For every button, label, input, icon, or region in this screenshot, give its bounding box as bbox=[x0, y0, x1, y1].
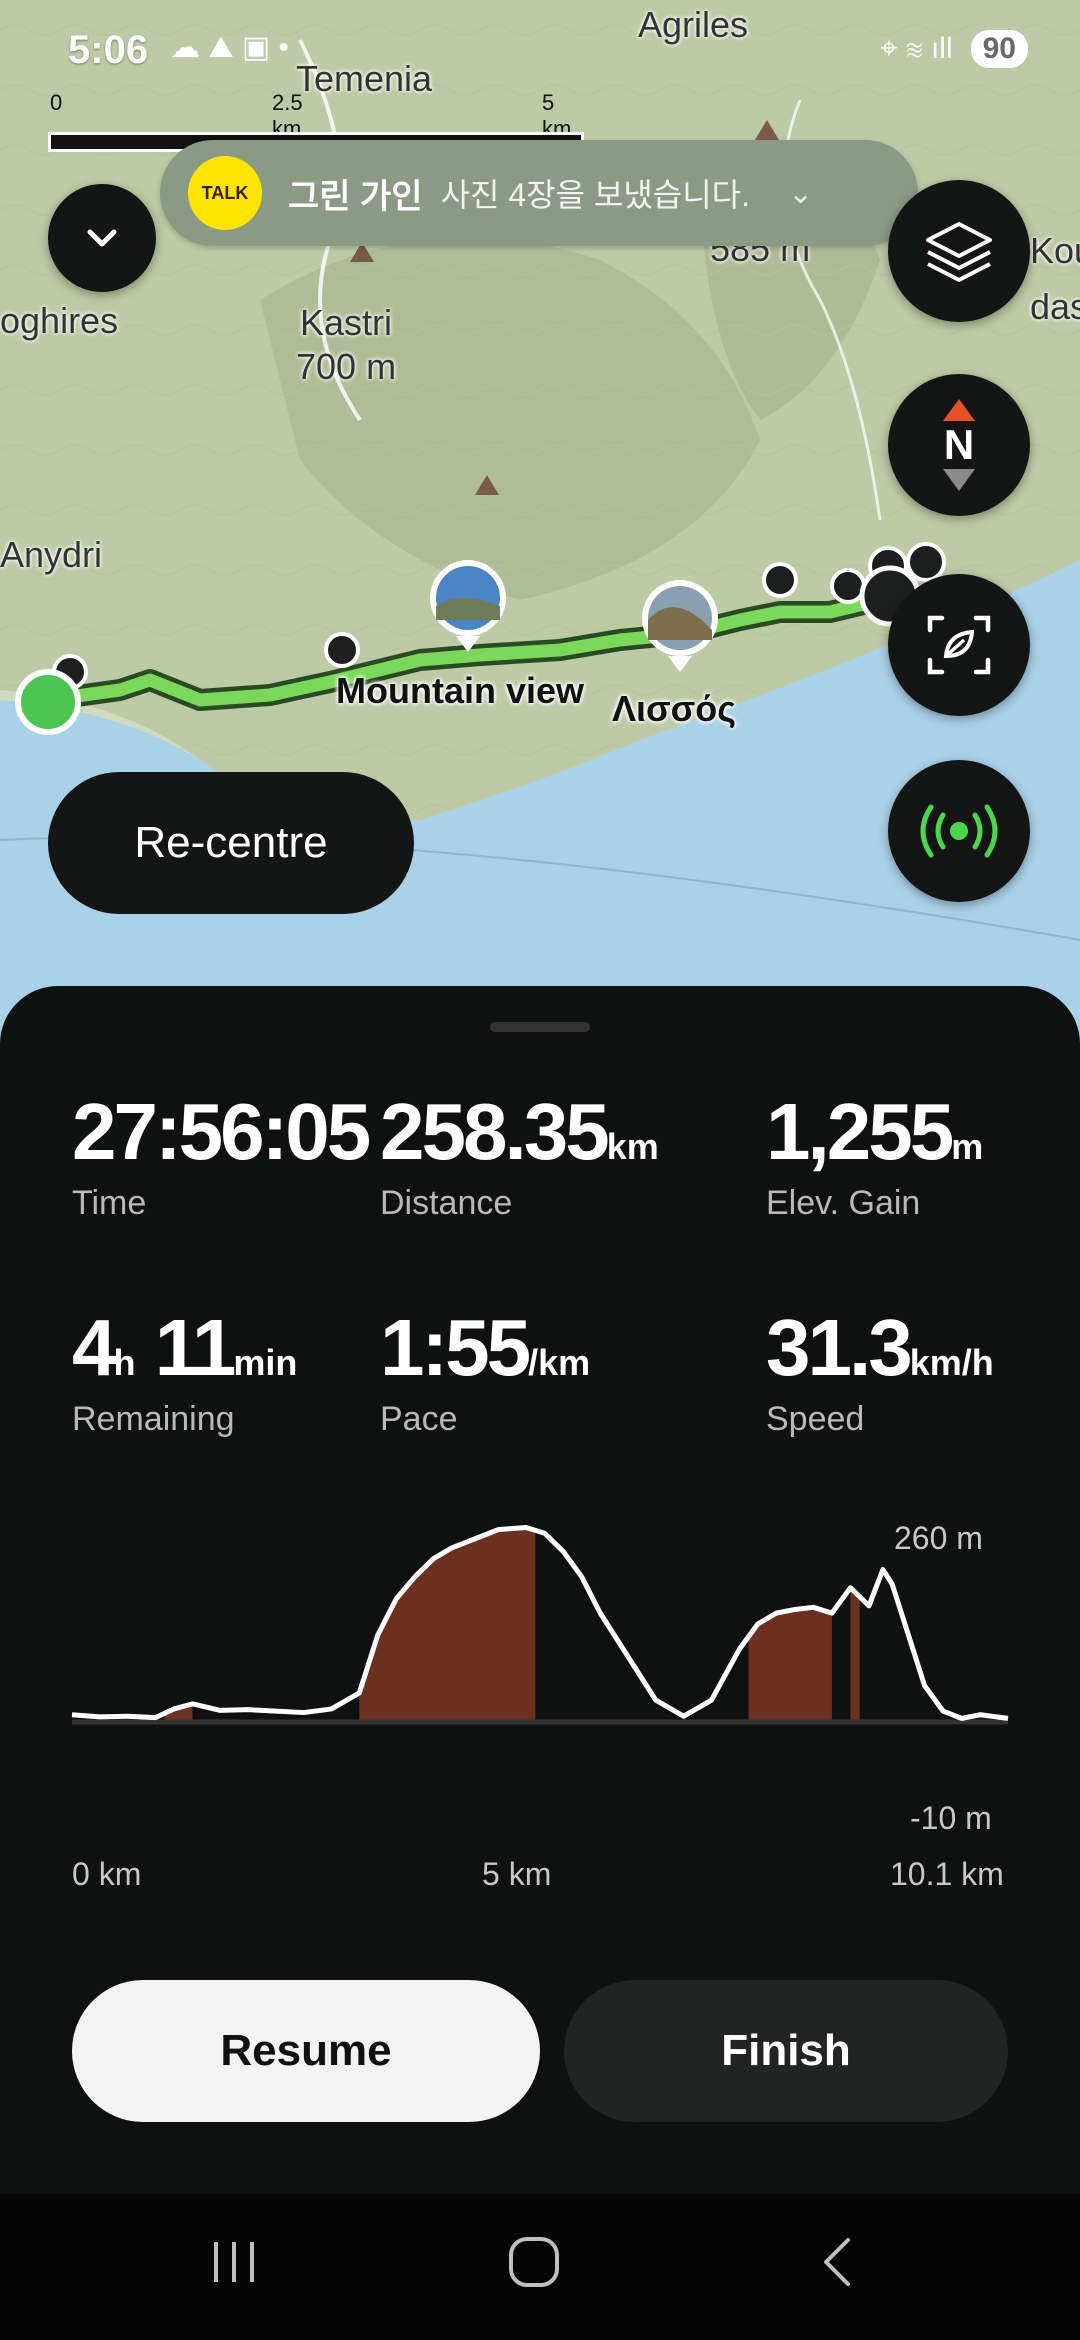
stat-pace-label: Pace bbox=[380, 1400, 458, 1438]
stat-pace-unit: /km bbox=[528, 1342, 591, 1383]
sheet-drag-handle[interactable] bbox=[490, 1022, 590, 1032]
stat-time-value: 27:56:05 bbox=[72, 1087, 371, 1176]
stat-elev-gain-label: Elev. Gain bbox=[766, 1184, 921, 1222]
layers-icon bbox=[926, 222, 992, 282]
stat-elev-gain-unit: m bbox=[951, 1126, 984, 1167]
stat-speed-unit: km/h bbox=[909, 1342, 994, 1383]
stat-pace-value: 1:55 bbox=[380, 1303, 531, 1392]
resume-button[interactable]: Resume bbox=[72, 1980, 540, 2122]
chart-x-tick-end: 10.1 km bbox=[890, 1856, 1004, 1892]
broadcast-icon bbox=[920, 804, 998, 858]
stat-time: 27:56:05 Time bbox=[72, 1092, 371, 1223]
re-centre-button[interactable]: Re-centre bbox=[48, 772, 414, 914]
place-temenia: Temenia bbox=[296, 58, 433, 99]
compass-letter: N bbox=[943, 420, 975, 468]
stat-remaining-hours-unit: h bbox=[113, 1342, 136, 1383]
stat-speed-value: 31.3 bbox=[766, 1303, 913, 1392]
stat-remaining-label: Remaining bbox=[72, 1400, 235, 1438]
status-notification-icons: ☁ ⛰ ▣ • bbox=[170, 31, 290, 64]
place-dasa: dasa bbox=[1030, 286, 1080, 327]
chart-x-tick-start: 0 km bbox=[72, 1856, 142, 1892]
poi-label-lissos[interactable]: Λισσός bbox=[612, 688, 736, 730]
collapse-button[interactable] bbox=[48, 184, 156, 292]
chart-y-tick-top: 260 m bbox=[894, 1520, 983, 1556]
notification-message: 사진 4장을 보냈습니다. bbox=[440, 177, 751, 213]
recents-icon[interactable] bbox=[206, 2234, 262, 2290]
back-icon[interactable] bbox=[812, 2234, 868, 2290]
focus-icon bbox=[927, 615, 991, 675]
place-kastri-elevation: 700 m bbox=[296, 346, 397, 387]
scale-tick-0: 0 bbox=[50, 90, 63, 115]
battery-indicator: 90 bbox=[970, 30, 1028, 68]
place-agriles: Agriles bbox=[638, 4, 749, 45]
stat-elev-gain-value: 1,255 bbox=[766, 1087, 954, 1176]
elevation-line bbox=[71, 1524, 1009, 1721]
layers-button[interactable] bbox=[888, 180, 1030, 322]
stat-speed-label: Speed bbox=[766, 1400, 865, 1438]
status-time: 5:06 bbox=[68, 28, 149, 72]
focus-route-button[interactable] bbox=[888, 574, 1030, 716]
stat-remaining-minutes-unit: min bbox=[233, 1342, 298, 1383]
stat-elev-gain: 1,255m Elev. Gain bbox=[766, 1092, 983, 1223]
signal-icons: ⌖ ≋ ıll bbox=[880, 32, 953, 65]
climb-segment-4 bbox=[850, 1587, 860, 1722]
chart-y-tick-bottom: -10 m bbox=[910, 1800, 992, 1836]
stat-distance: 258.35km Distance bbox=[380, 1092, 659, 1223]
map-view[interactable]: 5:06 ☁ ⛰ ▣ • ⌖ ≋ ıll 90 Agriles Temenia … bbox=[0, 0, 1080, 1060]
notification-expand-icon[interactable]: ⌄ bbox=[788, 176, 813, 211]
stat-remaining-minutes: 11 bbox=[154, 1303, 237, 1392]
stat-remaining-hours: 4 bbox=[72, 1303, 116, 1392]
chart-x-tick-middle: 5 km bbox=[482, 1856, 552, 1892]
home-icon[interactable] bbox=[506, 2234, 562, 2290]
place-anydri: Anydri bbox=[0, 534, 103, 575]
stat-distance-value: 258.35 bbox=[380, 1087, 610, 1176]
stat-distance-unit: km bbox=[606, 1126, 659, 1167]
poi-label-mountain-view[interactable]: Mountain view bbox=[336, 670, 584, 712]
compass-south-arrow-icon bbox=[943, 469, 975, 492]
kakaotalk-notification[interactable]: TALK 그린 가인 사진 4장을 보냈습니다. ⌄ bbox=[160, 140, 918, 246]
place-kou: Kou bbox=[1030, 230, 1080, 271]
system-status-icons: ⌖ ≋ ıll 90 bbox=[880, 30, 1028, 68]
finish-button[interactable]: Finish bbox=[564, 1980, 1008, 2122]
stat-distance-label: Distance bbox=[380, 1184, 513, 1222]
kakaotalk-app-icon: TALK bbox=[188, 156, 262, 230]
stat-pace: 1:55/km Pace bbox=[380, 1308, 590, 1439]
stat-remaining: 4h 11min Remaining bbox=[72, 1308, 297, 1439]
place-koughires: oghires bbox=[0, 300, 119, 341]
live-tracking-button[interactable] bbox=[888, 760, 1030, 902]
compass-button[interactable]: N bbox=[888, 374, 1030, 516]
notification-sender: 그린 가인 bbox=[288, 177, 423, 216]
system-navigation-bar bbox=[0, 2194, 1080, 2340]
place-kastri: Kastri bbox=[300, 302, 393, 343]
stat-time-label: Time bbox=[72, 1184, 147, 1222]
stat-speed: 31.3km/h Speed bbox=[766, 1308, 994, 1439]
chevron-down-icon bbox=[87, 229, 117, 247]
compass-north-arrow-icon bbox=[943, 398, 975, 421]
